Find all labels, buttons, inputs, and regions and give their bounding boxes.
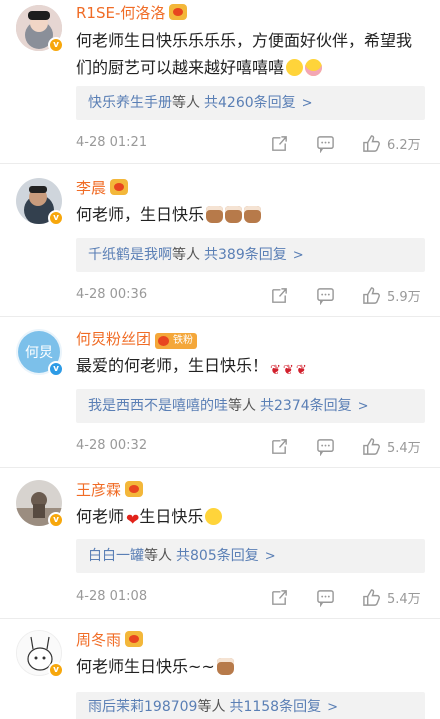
grin-emoji-icon [286, 59, 304, 76]
user-name[interactable]: 周冬雨 [76, 629, 144, 650]
chevron-right-icon: > [292, 248, 304, 263]
comment-icon[interactable] [316, 586, 335, 608]
comment-text: 何老师生日快乐~~ [76, 653, 426, 680]
verified-badge-icon: v [48, 361, 64, 377]
comment-text: 何老师，生日快乐 [76, 201, 426, 228]
reply-summary[interactable]: 快乐养生手册等人 共4260条回复 > [76, 86, 425, 120]
like-button[interactable]: 5.4万 [362, 435, 421, 457]
like-count: 5.4万 [387, 440, 421, 456]
cake-emoji-icon [244, 206, 262, 223]
comment-icon[interactable] [316, 435, 335, 457]
share-icon[interactable] [270, 284, 289, 306]
share-icon[interactable] [270, 435, 289, 457]
avatar[interactable]: v [16, 630, 64, 678]
like-icon [363, 134, 380, 152]
verified-badge-icon: v [48, 210, 64, 226]
comment-text: 最爱的何老师，生日快乐！ ❦ ❦ ❦ [76, 352, 426, 384]
comment-meta: 4-28 00:36 5.9万 [76, 284, 426, 306]
timestamp: 4-28 01:08 [76, 589, 148, 604]
verified-badge-icon: v [48, 512, 64, 528]
verified-badge-icon: v [48, 37, 64, 53]
crown-badge-icon [125, 481, 144, 497]
like-button[interactable]: 5.4万 [362, 586, 421, 608]
divider [0, 163, 440, 164]
svg-text:何炅: 何炅 [25, 345, 53, 361]
user-name[interactable]: 何炅粉丝团 铁粉 [76, 328, 198, 349]
smile-emoji-icon [205, 508, 223, 525]
crown-badge-icon [125, 631, 144, 647]
like-icon [363, 588, 380, 606]
like-button[interactable]: 5.9万 [362, 284, 421, 306]
avatar[interactable]: v [16, 5, 64, 53]
like-button[interactable]: 6.2万 [362, 132, 421, 154]
chevron-right-icon: > [327, 700, 338, 715]
cake-emoji-icon [216, 658, 234, 675]
fan-badge: 铁粉 [155, 333, 198, 349]
tongue-emoji-icon [305, 59, 323, 76]
rose-emoji-icon: ❦ [295, 363, 307, 378]
cake-emoji-icon [225, 206, 243, 223]
rose-emoji-icon: ❦ [270, 363, 281, 378]
user-name[interactable]: 王彦霖 [76, 479, 144, 500]
timestamp: 4-28 00:32 [76, 438, 148, 453]
crown-badge-icon [110, 179, 129, 195]
reply-summary[interactable]: 白白一罐等人 共805条回复 > [76, 539, 425, 573]
timestamp: 4-28 00:36 [76, 287, 148, 302]
comment-text: 何老师 ❤生日快乐 [76, 503, 426, 533]
comment-icon[interactable] [316, 284, 335, 306]
user-name[interactable]: R1SE-何洛洛 [76, 2, 188, 23]
share-icon[interactable] [270, 132, 289, 154]
like-icon [363, 286, 380, 304]
like-count: 5.9万 [387, 289, 421, 305]
comment-text: 何老师生日快乐乐乐乐，方便面好伙伴，希望我们的厨艺可以越来越好嘻嘻嘻 [76, 31, 413, 77]
rose-emoji-icon: ❦ [282, 363, 294, 378]
share-icon[interactable] [270, 586, 289, 608]
comment-icon[interactable] [316, 132, 335, 154]
divider [0, 316, 440, 317]
reply-summary[interactable]: 千纸鹤是我啊等人 共389条回复 > [76, 238, 425, 272]
chevron-right-icon: > [264, 549, 276, 564]
comment-meta: 4-28 00:32 5.4万 [76, 435, 426, 457]
comment-meta: 4-28 01:21 6.2万 [76, 132, 426, 154]
reply-summary[interactable]: 雨后茉莉198709等人 共1158条回复 > [76, 692, 425, 719]
avatar[interactable]: v [16, 480, 64, 528]
verified-badge-icon: v [48, 662, 64, 678]
divider [0, 467, 440, 468]
reply-summary[interactable]: 我是西西不是嘻嘻的哇等人 共2374条回复 > [76, 389, 425, 423]
divider [0, 618, 440, 619]
avatar[interactable]: 何炅 v [16, 329, 64, 377]
timestamp: 4-28 01:21 [76, 135, 148, 150]
crown-badge-icon [169, 4, 188, 20]
chevron-right-icon: > [301, 96, 313, 111]
like-icon [363, 437, 380, 455]
avatar[interactable]: v [16, 178, 64, 226]
like-count: 6.2万 [387, 137, 421, 153]
comment-meta: 4-28 01:08 5.4万 [76, 586, 426, 608]
like-count: 5.4万 [387, 591, 421, 607]
user-name[interactable]: 李晨 [76, 177, 129, 198]
chevron-right-icon: > [357, 399, 369, 414]
heart-emoji-icon: ❤ [126, 510, 140, 529]
cake-emoji-icon [206, 206, 224, 223]
